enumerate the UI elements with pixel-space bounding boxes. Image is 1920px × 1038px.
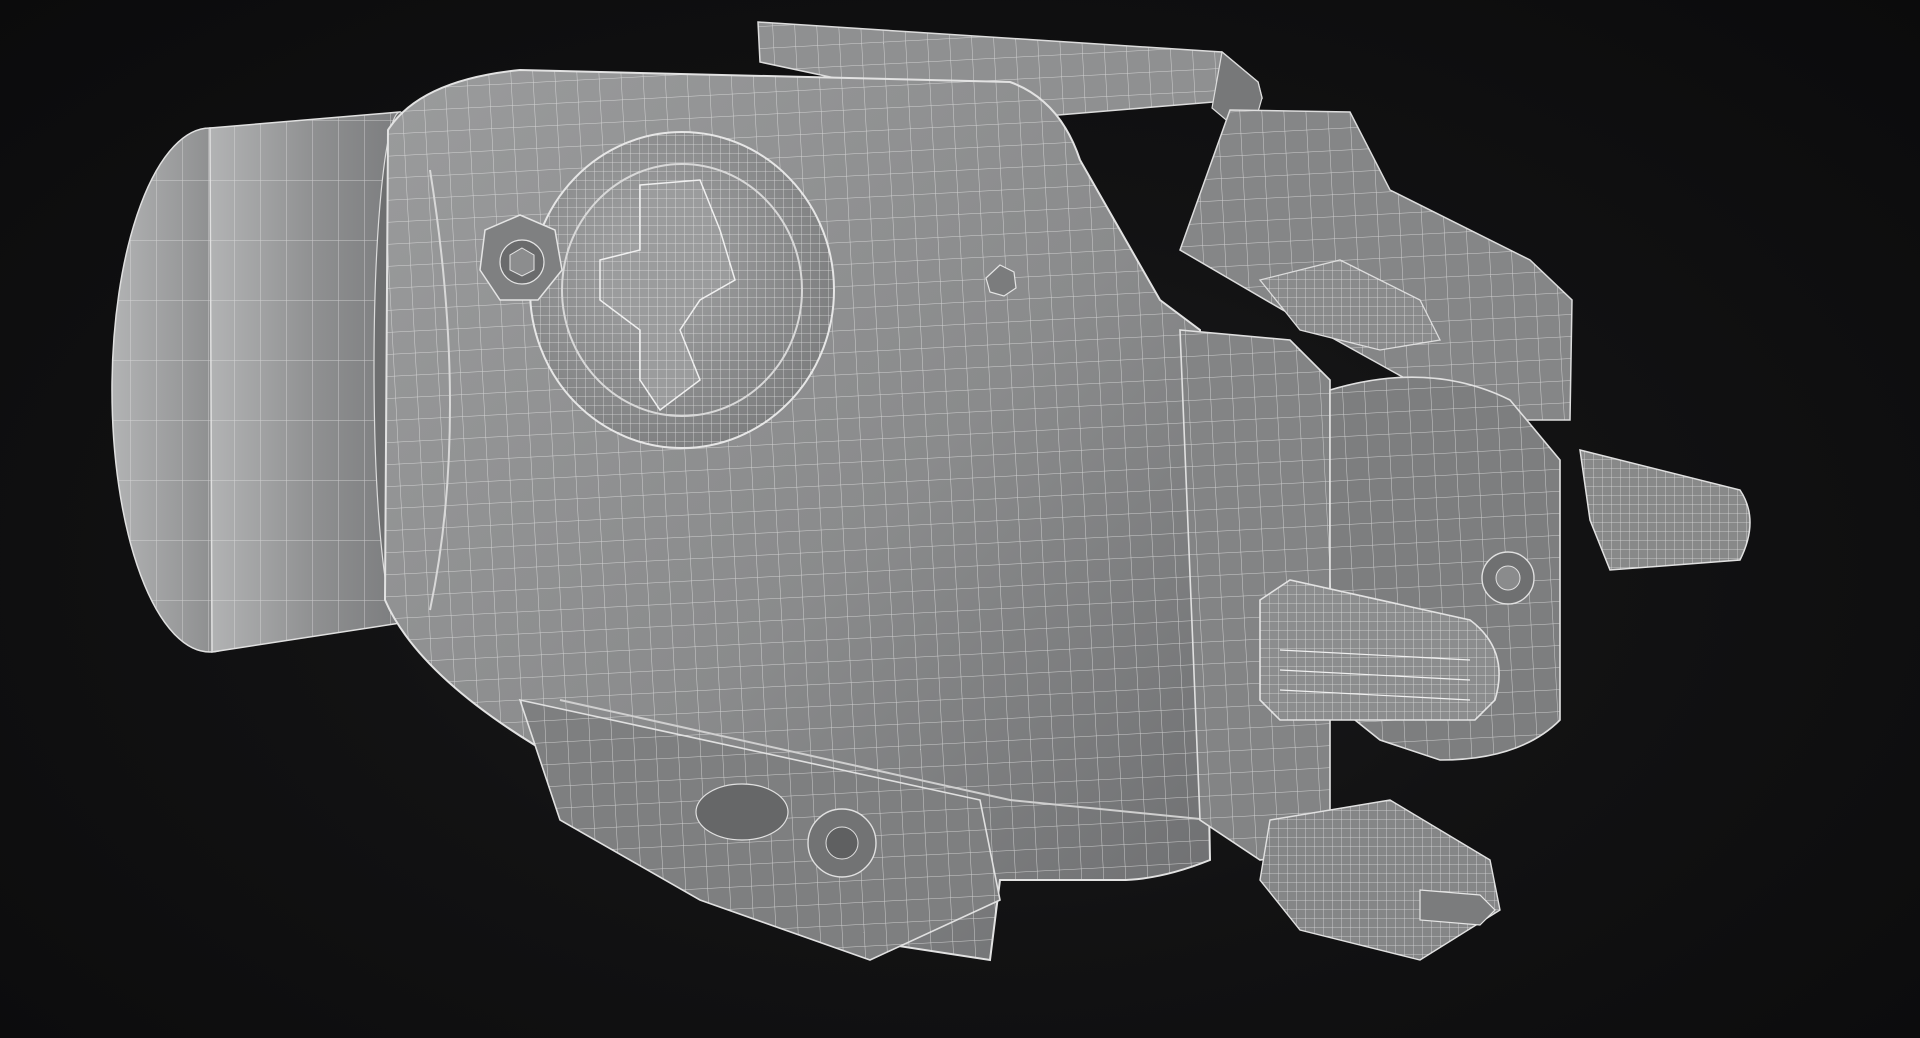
wireframe-model: [111, 21, 1751, 962]
lens-bezel: [111, 111, 427, 653]
bottom-latch: [1259, 799, 1501, 961]
paddle-switch-right: [1579, 449, 1751, 571]
adjustment-knob: [529, 131, 835, 449]
render-viewport: [0, 0, 1920, 1038]
